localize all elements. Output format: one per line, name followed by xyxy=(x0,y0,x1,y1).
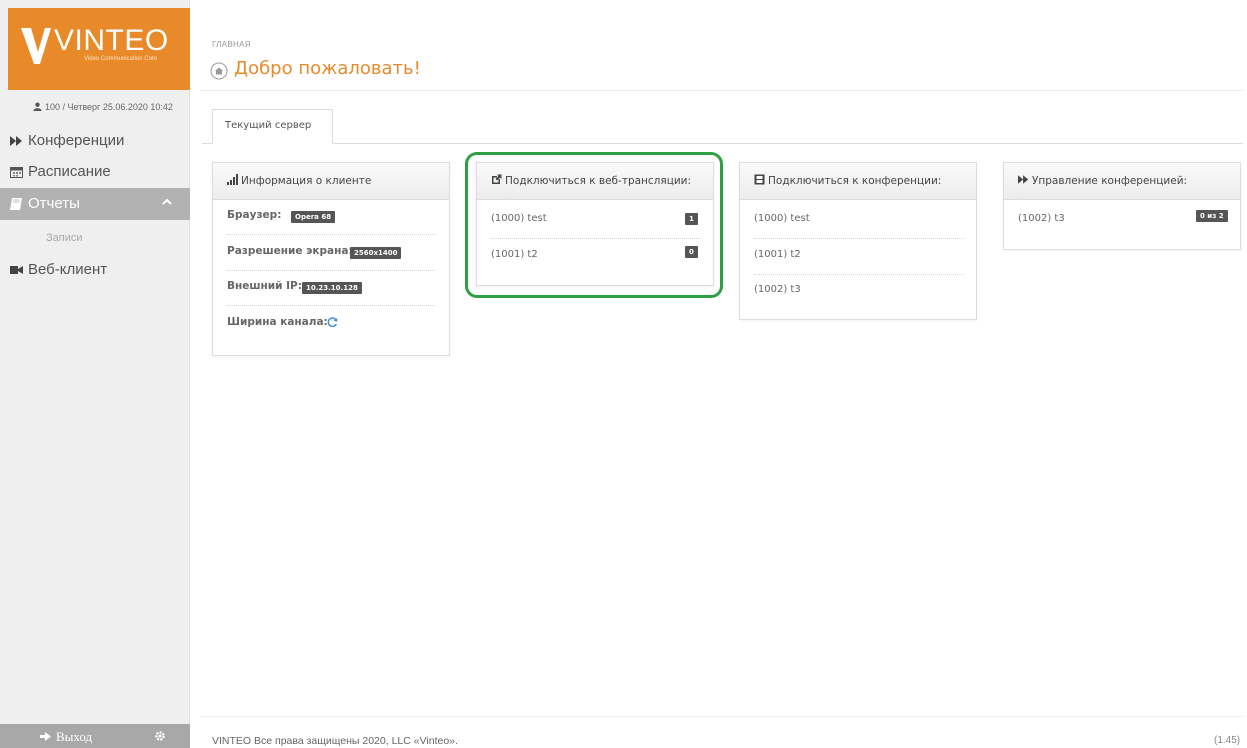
sidebar: VINTEO Video Communication Core 100 / Че… xyxy=(0,0,190,748)
tab-current-server[interactable]: Текущий сервер xyxy=(212,109,333,144)
logout-label: Выход xyxy=(56,729,93,744)
sidebar-item-web-client[interactable]: Веб-клиент xyxy=(0,254,190,286)
panel-header: Управление конференцией: xyxy=(1004,163,1240,200)
calendar-icon xyxy=(10,167,23,178)
panel-title: Информация о клиенте xyxy=(241,175,372,187)
bandwidth-label: Ширина канала: xyxy=(227,316,328,328)
join-conference-panel: Подключиться к конференции: (1000) test … xyxy=(739,162,977,320)
sidebar-subitem-records[interactable]: Записи xyxy=(46,232,83,244)
sidebar-bottom-bar: Выход xyxy=(0,724,190,748)
participants-badge: 0 из 2 xyxy=(1196,210,1228,222)
sidebar-item-schedule[interactable]: Расписание xyxy=(0,156,190,188)
panel-header: Подключиться к конференции: xyxy=(740,163,976,200)
logo-tagline: Video Communication Core xyxy=(84,56,158,62)
sidebar-item-label: Отчеты xyxy=(28,195,80,212)
sidebar-item-label: Веб-клиент xyxy=(28,261,108,278)
footer-divider xyxy=(200,716,1243,717)
vinteo-logo[interactable]: VINTEO Video Communication Core xyxy=(8,8,190,90)
header-divider xyxy=(200,90,1243,91)
sign-out-icon xyxy=(40,732,51,741)
manage-conference-panel: Управление конференцией: (1002) t3 0 из … xyxy=(1003,162,1241,250)
user-info: 100 / Четверг 25.06.2020 10:42 xyxy=(33,102,173,112)
ip-row: Внешний IP: 10.23.10.128 xyxy=(227,280,435,306)
double-play-icon xyxy=(1018,175,1029,184)
client-info-panel: Информация о клиенте Браузер: Opera 68 Р… xyxy=(212,162,450,356)
ip-label: Внешний IP: xyxy=(227,280,302,292)
browser-label: Браузер: xyxy=(227,209,282,221)
breadcrumb[interactable]: ГЛАВНАЯ xyxy=(212,40,251,49)
app-page: VINTEO Video Communication Core 100 / Че… xyxy=(0,0,1247,748)
panel-title: Подключиться к конференции: xyxy=(768,175,942,187)
resolution-label: Разрешение экрана: xyxy=(227,245,353,257)
chevron-up-icon xyxy=(162,198,172,205)
version-label: (1.45) xyxy=(1214,735,1241,746)
sidebar-item-label: Расписание xyxy=(28,163,111,180)
home-icon xyxy=(210,62,228,80)
resolution-row: Разрешение экрана: 2560x1400 xyxy=(227,245,435,271)
logout-button[interactable]: Выход xyxy=(40,729,92,745)
sidebar-item-reports[interactable]: Отчеты xyxy=(0,188,190,220)
page-title-text: Добро пожаловать! xyxy=(234,58,421,79)
logo-wordmark: VINTEO xyxy=(54,24,169,57)
panel-header: Информация о клиенте xyxy=(213,163,449,200)
resolution-badge: 2560x1400 xyxy=(350,247,402,259)
footer-copyright: VINTEO Все права защищены 2020, LLC «Vin… xyxy=(212,735,458,747)
managed-conference-name: (1002) t3 xyxy=(1018,213,1065,224)
browser-row: Браузер: Opera 68 xyxy=(227,209,435,235)
tab-bar-line xyxy=(202,143,1243,144)
user-info-text: 100 / Четверг 25.06.2020 10:42 xyxy=(45,102,173,112)
signal-bars-icon xyxy=(227,174,238,185)
ip-badge: 10.23.10.128 xyxy=(302,282,362,294)
double-play-icon xyxy=(10,136,22,146)
film-icon xyxy=(754,174,765,185)
user-icon xyxy=(33,102,42,111)
book-icon xyxy=(10,198,22,210)
conference-link[interactable]: (1000) test xyxy=(754,213,964,239)
panel-title: Управление конференцией: xyxy=(1032,175,1188,187)
gear-icon[interactable] xyxy=(154,730,166,742)
highlight-outline xyxy=(465,152,723,298)
conference-link[interactable]: (1002) t3 xyxy=(754,284,964,310)
logo-mark-icon xyxy=(21,28,51,64)
conference-link[interactable]: (1001) t2 xyxy=(754,249,964,275)
browser-badge: Opera 68 xyxy=(291,211,336,223)
refresh-icon[interactable] xyxy=(327,317,338,328)
sidebar-item-conferences[interactable]: Конференции xyxy=(0,125,190,157)
sidebar-item-label: Конференции xyxy=(28,132,125,149)
bandwidth-row: Ширина канала: xyxy=(227,316,435,342)
managed-conference-item[interactable]: (1002) t3 0 из 2 xyxy=(1018,210,1230,239)
video-camera-icon xyxy=(10,266,23,274)
